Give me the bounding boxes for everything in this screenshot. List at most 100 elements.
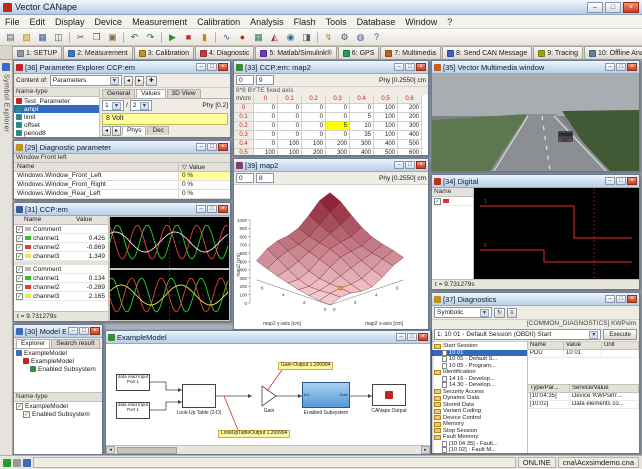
param-tree-item[interactable]: ampl [14, 105, 99, 113]
model-tree-item[interactable]: ExampleModel [14, 357, 102, 365]
result-name-header[interactable]: Name [528, 342, 564, 350]
parameter-value[interactable]: 0 % [178, 190, 230, 198]
scope-panel-1[interactable] [110, 217, 229, 268]
maximize-button[interactable]: □ [407, 333, 417, 341]
param-tree-item[interactable]: limit [14, 113, 99, 121]
minimize-button[interactable]: – [605, 177, 615, 185]
map-cell[interactable]: 100 [374, 113, 398, 122]
scroll-right-icon[interactable]: ▸ [421, 446, 430, 454]
tab-explorer[interactable]: Explorer [16, 339, 50, 348]
map-table-titlebar[interactable]: [33] CCP:em: map2 –□× [234, 61, 428, 74]
maximize-button[interactable]: □ [207, 63, 217, 71]
close-button[interactable]: × [623, 2, 639, 13]
tab-search-result[interactable]: Search result [51, 339, 99, 348]
checkbox-icon[interactable]: ✓ [16, 293, 23, 300]
minimize-button[interactable]: – [196, 205, 206, 213]
paste-icon[interactable]: ▣ [105, 30, 120, 44]
workspace-tab-8[interactable]: 8: Send CAN Message [442, 46, 532, 59]
column-name-header[interactable]: Name [14, 163, 178, 171]
close-button[interactable]: × [416, 161, 426, 169]
maximize-button[interactable]: □ [207, 143, 217, 151]
log-type-header[interactable]: Type/Par... [528, 385, 570, 393]
tab-general[interactable]: General [102, 89, 135, 98]
model-tree-item[interactable]: Enabled Subsystem [14, 365, 102, 373]
multimedia-titlebar[interactable]: [35] Vector Multimedia window –□× [432, 61, 639, 74]
close-button[interactable]: × [627, 295, 637, 303]
map-cell[interactable]: 0 [254, 104, 278, 113]
map-cell[interactable]: 0 [278, 104, 302, 113]
menu-window[interactable]: Window [400, 16, 442, 28]
scope-channel-row[interactable]: ✓channel2-0.289 [14, 283, 108, 292]
filter-icon[interactable]: ≡ [507, 308, 517, 318]
map-y-field[interactable]: 9 [256, 75, 274, 85]
menu-database[interactable]: Database [352, 16, 401, 28]
scope-channel-row[interactable]: ✓Comment [14, 265, 108, 274]
map-x-field[interactable]: 0 [236, 75, 254, 85]
minimize-button[interactable]: – [394, 161, 404, 169]
input-block-1[interactable]: data read Input Port 1 [116, 374, 150, 391]
map-cell[interactable]: 300 [398, 122, 422, 131]
map-cell[interactable]: 200 [302, 149, 326, 155]
table-icon[interactable]: ▦ [251, 30, 266, 44]
scroll-left-icon[interactable]: ◂ [102, 126, 111, 136]
menu-tools[interactable]: Tools [321, 16, 352, 28]
scope-icon[interactable]: ∿ [219, 30, 234, 44]
workspace-tab-2[interactable]: 2: Measurement [63, 46, 133, 59]
map-cell[interactable]: 100 [374, 131, 398, 140]
menu-[interactable]: ? [442, 16, 457, 28]
minimize-button[interactable]: – [196, 63, 206, 71]
minimize-button[interactable]: – [605, 63, 615, 71]
x-index-spinner[interactable]: 1 ▼ [102, 100, 124, 111]
workspace-tab-9[interactable]: 9: Tracing [533, 46, 583, 59]
maximize-button[interactable]: □ [207, 205, 217, 213]
phys-tab[interactable]: Phys [122, 126, 146, 135]
input-block-2[interactable]: data read Input Port 1 [116, 402, 150, 419]
menu-calibration[interactable]: Calibration [192, 16, 245, 28]
request-combobox[interactable]: 1: 10 01 - Default Session (OBDII) Start… [434, 329, 601, 340]
workspace-tab-1[interactable]: 1: SETUP [12, 46, 62, 59]
scope-channel-row[interactable]: ✓channel2-0.869 [14, 243, 108, 252]
cut-icon[interactable]: ✂ [73, 30, 88, 44]
workspace-tab-10[interactable]: 10: Offline Analysis [584, 46, 642, 59]
recorder-icon[interactable]: ● [235, 30, 250, 44]
enabled-subsystem-block[interactable]: In1 Out1 [302, 382, 350, 408]
settings-icon[interactable]: ⚙ [337, 30, 352, 44]
workspace-tab-3[interactable]: 3: Calibration [134, 46, 194, 59]
map-cell[interactable]: 500 [374, 149, 398, 155]
map-cell[interactable]: 35 [350, 131, 374, 140]
param-tree-item[interactable]: Test_Parameter [14, 97, 99, 105]
scope-channel-row[interactable]: ✓channel10.134 [14, 274, 108, 283]
parameter-value[interactable]: 0 % [178, 181, 230, 189]
column-value-header[interactable]: ▽ Value [178, 163, 230, 171]
checkbox-icon[interactable]: ✓ [16, 284, 23, 291]
diagnostics-tree-item[interactable]: [10 02] - Fault M... [432, 447, 527, 453]
diagnostic-parameter-titlebar[interactable]: [29] Diagnostic parameter –□× [14, 141, 230, 154]
checkbox-icon[interactable]: ✓ [16, 266, 23, 273]
save-icon[interactable]: ▦ [35, 30, 50, 44]
diagnostic-parameter-row[interactable]: Windows.Window_Front_Left0 % [14, 172, 230, 181]
symbol-explorer-bar[interactable]: Symbol Explorer [0, 60, 13, 455]
checkbox-icon[interactable]: ✓ [16, 226, 23, 233]
surface-icon[interactable]: ◭ [267, 30, 282, 44]
canape-output-block[interactable] [372, 384, 406, 406]
map-cell[interactable]: 0 [350, 104, 374, 113]
stop-measurement-icon[interactable]: ■ [181, 30, 196, 44]
maximize-button[interactable]: □ [605, 2, 621, 13]
maximize-button[interactable]: □ [616, 177, 626, 185]
parameter-value-field[interactable]: 8 Volt [102, 113, 228, 125]
gain-output-label[interactable]: Gain-Output 1.200994 [278, 362, 333, 370]
checkbox-icon[interactable]: ✓ [434, 198, 441, 205]
minimize-button[interactable]: – [196, 143, 206, 151]
map-cell[interactable]: 0 [254, 131, 278, 140]
back-button[interactable]: ◂ [124, 76, 133, 86]
model-diagram-canvas[interactable]: data read Input Port 1 data read Input P… [106, 344, 430, 445]
open-icon[interactable]: ▨ [19, 30, 34, 44]
map-cell[interactable]: 0 [254, 140, 278, 149]
pause-icon[interactable]: ▮ [197, 30, 212, 44]
map-cell[interactable]: 0 [326, 113, 350, 122]
map-cell[interactable]: 400 [350, 149, 374, 155]
model-explorer-titlebar[interactable]: [30] Model Explorer –□× [14, 325, 102, 338]
video-icon[interactable]: ◨ [299, 30, 314, 44]
checkbox-icon[interactable]: ✓ [23, 411, 30, 418]
diagnostics-log-row[interactable]: [10:02]Data elements co... [528, 401, 639, 409]
